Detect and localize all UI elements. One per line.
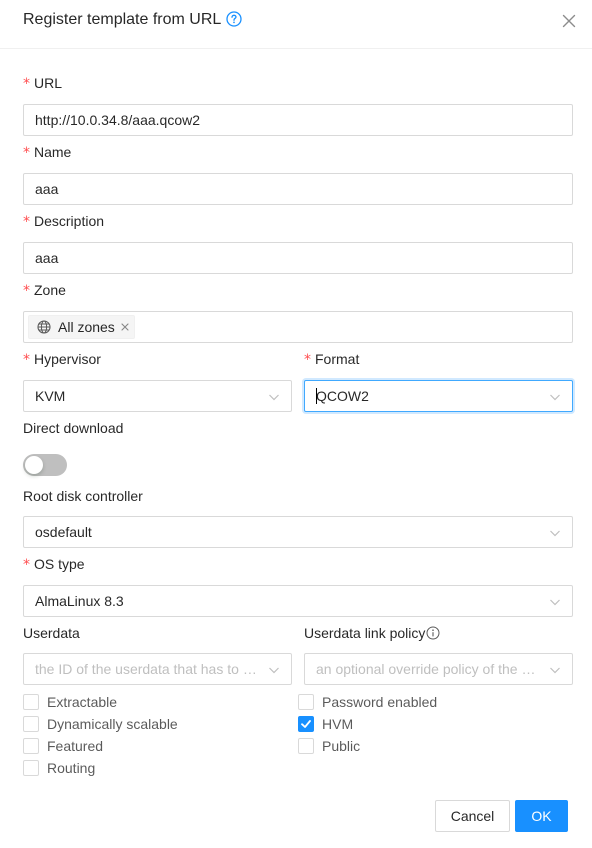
dialog-title-text: Register template from URL	[23, 11, 222, 28]
cancel-button[interactable]: Cancel	[435, 800, 510, 832]
userdata-link-policy-select[interactable]: an optional override policy of the userd…	[304, 653, 573, 685]
featured-checkbox[interactable]: Featured	[23, 735, 103, 757]
extractable-checkbox[interactable]: Extractable	[23, 691, 117, 713]
name-label-text: Name	[34, 144, 72, 160]
description-input-value: aaa	[35, 250, 59, 266]
userdata-link-policy-label-text: Userdata link policy	[304, 625, 426, 641]
url-input[interactable]: http://10.0.34.8/aaa.qcow2	[23, 104, 573, 136]
zone-label-text: Zone	[34, 282, 66, 298]
zone-label: * Zone	[23, 282, 66, 299]
required-marker: *	[23, 352, 30, 368]
zone-tag-label: All zones	[58, 319, 115, 335]
os-type-value: AlmaLinux 8.3	[35, 593, 124, 609]
description-label-text: Description	[34, 213, 105, 229]
required-marker: *	[23, 283, 30, 299]
url-label: * URL	[23, 75, 62, 92]
hvm-checkbox[interactable]: HVM	[298, 713, 353, 735]
userdata-link-policy-label: Userdata link policy	[304, 625, 440, 641]
tag-close-icon[interactable]	[120, 322, 130, 332]
userdata-placeholder: the ID of the userdata that has to be li…	[35, 661, 280, 677]
required-marker: *	[23, 214, 30, 230]
checkbox-box	[298, 738, 314, 754]
dynamically-scalable-label: Dynamically scalable	[47, 716, 178, 732]
name-label: * Name	[23, 144, 71, 161]
userdata-label-text: Userdata	[23, 625, 80, 641]
checkbox-box	[23, 760, 39, 776]
root-disk-controller-label-text: Root disk controller	[23, 488, 143, 504]
close-icon[interactable]	[561, 13, 577, 29]
userdata-link-policy-placeholder: an optional override policy of the userd…	[316, 661, 561, 677]
password-enabled-label: Password enabled	[322, 694, 438, 710]
public-label: Public	[322, 738, 361, 754]
url-input-value: http://10.0.34.8/aaa.qcow2	[35, 112, 201, 128]
name-input[interactable]: aaa	[23, 173, 573, 205]
zone-select[interactable]: All zones	[23, 311, 573, 343]
url-label-text: URL	[34, 75, 63, 91]
hypervisor-select[interactable]: KVM	[23, 380, 292, 412]
checkbox-box	[298, 694, 314, 710]
info-circle-icon[interactable]	[426, 626, 440, 640]
os-type-label-text: OS type	[34, 556, 85, 572]
globe-icon	[37, 320, 51, 334]
dialog-header: Register template from URL	[0, 0, 592, 49]
hypervisor-select-value: KVM	[35, 388, 66, 404]
hypervisor-label: * Hypervisor	[23, 351, 101, 368]
chevron-down-icon	[550, 599, 560, 606]
required-marker: *	[304, 352, 311, 368]
chevron-down-icon	[269, 667, 279, 674]
dialog-title: Register template from URL	[23, 11, 242, 29]
format-select[interactable]: QCOW2	[304, 380, 573, 412]
userdata-label: Userdata	[23, 625, 80, 641]
direct-download-label-text: Direct download	[23, 420, 124, 436]
required-marker: *	[23, 76, 30, 92]
featured-label: Featured	[47, 738, 104, 754]
checkbox-box	[23, 694, 39, 710]
password-enabled-checkbox[interactable]: Password enabled	[298, 691, 437, 713]
description-label: * Description	[23, 213, 104, 230]
check-icon	[301, 720, 311, 728]
zone-tag: All zones	[28, 315, 135, 339]
switch-knob	[25, 456, 43, 474]
dynamically-scalable-checkbox[interactable]: Dynamically scalable	[23, 713, 178, 735]
checkbox-box	[298, 716, 314, 732]
os-type-select[interactable]: AlmaLinux 8.3	[23, 585, 573, 617]
chevron-down-icon	[550, 530, 560, 537]
required-marker: *	[23, 145, 30, 161]
checkbox-box	[23, 716, 39, 732]
direct-download-label: Direct download	[23, 420, 123, 436]
chevron-down-icon	[550, 394, 560, 401]
checkbox-box	[23, 738, 39, 754]
root-disk-controller-value: osdefault	[35, 524, 92, 540]
os-type-label: * OS type	[23, 556, 85, 573]
format-select-value: QCOW2	[316, 388, 369, 404]
hvm-label: HVM	[322, 716, 354, 732]
description-input[interactable]: aaa	[23, 242, 573, 274]
ok-button[interactable]: OK	[515, 800, 568, 832]
root-disk-controller-select[interactable]: osdefault	[23, 516, 573, 548]
routing-checkbox[interactable]: Routing	[23, 757, 95, 779]
format-label-text: Format	[315, 351, 360, 367]
root-disk-controller-label: Root disk controller	[23, 488, 143, 504]
format-label: * Format	[304, 351, 359, 368]
chevron-down-icon	[550, 667, 560, 674]
routing-label: Routing	[47, 760, 96, 776]
extractable-label: Extractable	[47, 694, 118, 710]
question-circle-icon[interactable]	[226, 11, 242, 27]
hypervisor-label-text: Hypervisor	[34, 351, 101, 367]
chevron-down-icon	[269, 394, 279, 401]
public-checkbox[interactable]: Public	[298, 735, 360, 757]
userdata-select[interactable]: the ID of the userdata that has to be li…	[23, 653, 292, 685]
direct-download-switch[interactable]	[23, 454, 67, 476]
required-marker: *	[23, 557, 30, 573]
name-input-value: aaa	[35, 181, 59, 197]
